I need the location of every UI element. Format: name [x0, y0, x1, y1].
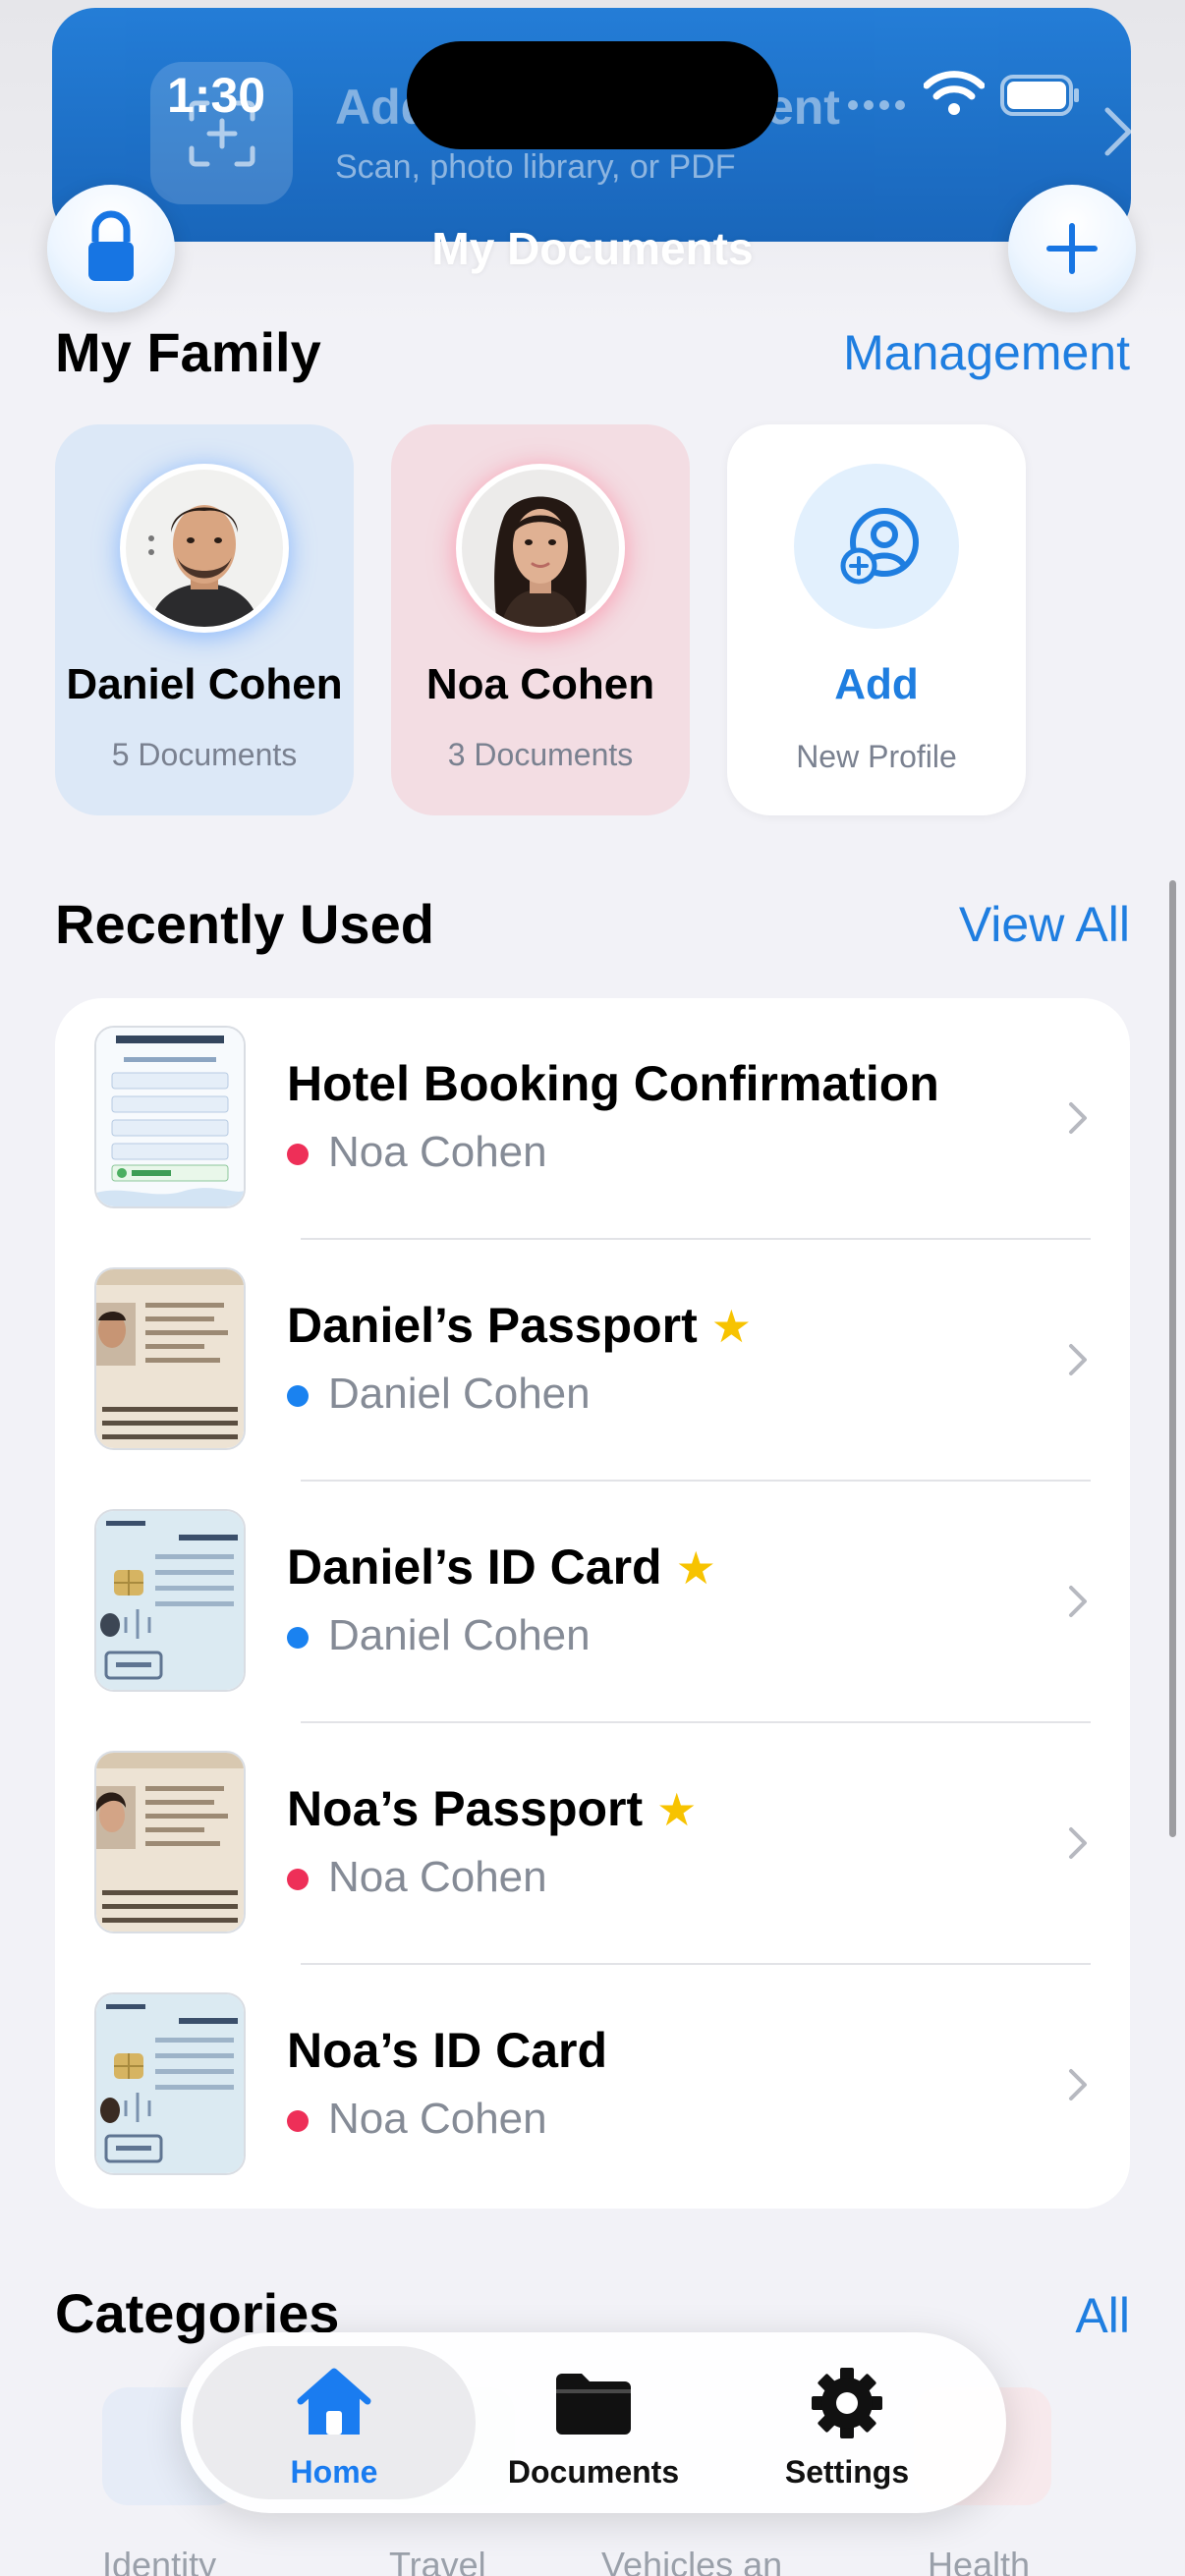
avatar: [120, 464, 289, 633]
owner-color-dot: [287, 1627, 309, 1649]
category-label: Identity: [102, 2545, 217, 2576]
owner-color-dot: [287, 1385, 309, 1407]
lock-icon: [88, 210, 134, 281]
add-button[interactable]: [1008, 185, 1136, 312]
profile-card-daniel[interactable]: Daniel Cohen 5 Documents: [55, 424, 354, 815]
document-owner: Noa Cohen: [328, 1853, 547, 1901]
chevron-right-icon: [1104, 107, 1132, 156]
screen: Add a New Document Scan, photo library, …: [0, 0, 1185, 2576]
document-thumbnail: [94, 1509, 246, 1692]
avatar: [456, 464, 625, 633]
list-item[interactable]: Daniel’s ID Card ★ Daniel Cohen: [55, 1482, 1130, 1723]
tab-bar: Home Documents Settings: [181, 2332, 1006, 2513]
chevron-right-icon: [1069, 2069, 1087, 2100]
document-thumbnail: [94, 1267, 246, 1450]
status-time: 1:30: [167, 68, 266, 123]
list-item[interactable]: Noa’s ID Card Noa Cohen: [55, 1965, 1130, 2207]
recent-section-title: Recently Used: [55, 893, 434, 955]
document-title: Noa’s Passport ★: [287, 1781, 698, 1836]
favorite-star-icon: ★: [675, 1542, 716, 1594]
add-profile-card[interactable]: Add New Profile: [727, 424, 1026, 815]
tab-label: Settings: [784, 2454, 910, 2490]
chevron-right-icon: [1069, 1344, 1087, 1375]
recent-documents-list: Hotel Booking Confirmation Noa Cohen Dan…: [55, 998, 1130, 2209]
document-title: Daniel’s ID Card ★: [287, 1540, 716, 1595]
house-icon: [297, 2368, 371, 2435]
category-label: Vehicles an: [601, 2545, 783, 2576]
document-owner: Noa Cohen: [328, 1128, 547, 1176]
document-thumbnail: [94, 1992, 246, 2175]
chevron-right-icon: [1069, 1586, 1087, 1617]
scrollbar[interactable]: [1169, 880, 1176, 1837]
add-profile-sublabel: New Profile: [796, 739, 957, 774]
view-all-link[interactable]: View All: [959, 896, 1130, 953]
category-label: Travel: [389, 2545, 486, 2576]
document-title: Noa’s ID Card: [287, 2023, 608, 2078]
document-thumbnail: [94, 1026, 246, 1208]
document-title: Daniel’s Passport ★: [287, 1298, 752, 1353]
owner-color-dot: [287, 1869, 309, 1890]
family-section-title: My Family: [55, 321, 321, 383]
tab-label: Home: [290, 2454, 378, 2490]
favorite-star-icon: ★: [710, 1301, 752, 1352]
document-owner: Daniel Cohen: [328, 1611, 591, 1659]
banner-subtitle: Scan, photo library, or PDF: [335, 148, 736, 186]
document-owner: Noa Cohen: [328, 2095, 547, 2143]
list-item[interactable]: Noa’s Passport ★ Noa Cohen: [55, 1723, 1130, 1965]
list-item[interactable]: Hotel Booking Confirmation Noa Cohen: [55, 998, 1130, 1240]
owner-color-dot: [287, 2110, 309, 2132]
tab-settings[interactable]: Settings: [734, 2332, 960, 2513]
cellular-signal-icon: [848, 100, 905, 110]
chevron-right-icon: [1069, 1102, 1087, 1134]
dynamic-island: [407, 41, 778, 149]
tab-label: Documents: [507, 2454, 680, 2490]
profile-document-count: 3 Documents: [447, 737, 634, 772]
categories-all-link[interactable]: All: [1075, 2287, 1130, 2344]
profile-name: Daniel Cohen: [66, 660, 343, 708]
document-thumbnail: [94, 1751, 246, 1933]
folder-icon: [556, 2374, 631, 2435]
tab-home[interactable]: Home: [221, 2332, 447, 2513]
gear-icon: [812, 2368, 882, 2438]
plus-icon: [1046, 223, 1098, 274]
owner-color-dot: [287, 1144, 309, 1165]
favorite-star-icon: ★: [656, 1784, 698, 1835]
wifi-icon: [924, 71, 985, 115]
category-label: Health: [928, 2545, 1031, 2576]
profile-name: Noa Cohen: [425, 660, 655, 708]
add-person-icon: [794, 464, 959, 629]
document-title: Hotel Booking Confirmation: [287, 1056, 939, 1111]
lock-button[interactable]: [47, 185, 175, 312]
profile-document-count: 5 Documents: [111, 737, 298, 772]
chevron-right-icon: [1069, 1827, 1087, 1859]
management-link[interactable]: Management: [843, 324, 1130, 381]
document-owner: Daniel Cohen: [328, 1370, 591, 1418]
tab-documents[interactable]: Documents: [480, 2332, 706, 2513]
battery-icon: [1000, 75, 1079, 116]
list-item[interactable]: Daniel’s Passport ★ Daniel Cohen: [55, 1240, 1130, 1482]
profile-card-noa[interactable]: Noa Cohen 3 Documents: [391, 424, 690, 815]
add-profile-label: Add: [834, 660, 919, 708]
